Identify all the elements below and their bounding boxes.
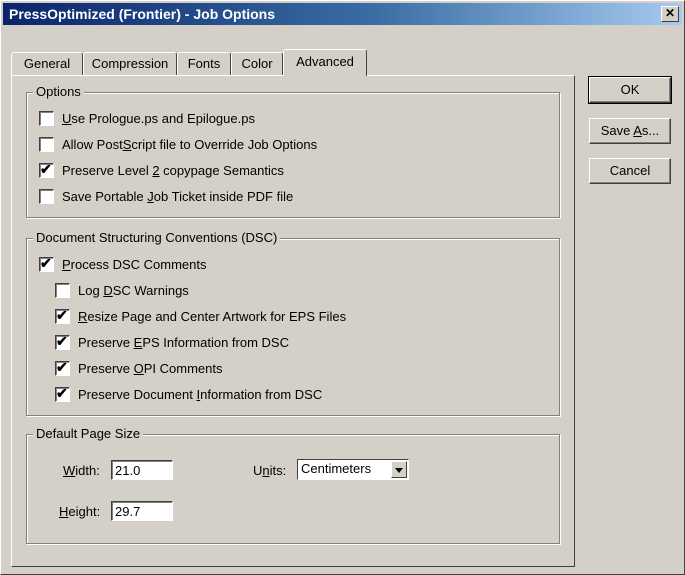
page-size-group: Default Page Size Width: 21.0 Units: Cen… — [26, 426, 560, 544]
options-legend: Options — [33, 84, 84, 99]
allow-postscript-checkbox[interactable]: Allow PostScript file to Override Job Op… — [39, 135, 317, 153]
check-mark: ✔ — [56, 306, 68, 323]
checkbox-box[interactable]: ✔ — [55, 332, 70, 350]
cancel-button[interactable]: Cancel — [589, 158, 671, 184]
checkbox-box[interactable]: ✔ — [39, 160, 54, 178]
checkbox-box[interactable] — [39, 110, 54, 126]
check-mark: ✔ — [56, 332, 68, 349]
height-label: Height: — [59, 504, 101, 519]
tab-compression[interactable]: Compression — [83, 52, 177, 75]
width-label: Width: — [63, 463, 100, 478]
options-group: Options Use Prologue.ps and Epilogue.ps … — [26, 84, 560, 218]
tab-fonts[interactable]: Fonts — [177, 52, 231, 75]
tab-label: Compression — [91, 56, 169, 71]
check-mark: ✔ — [56, 358, 68, 375]
checkbox-box[interactable] — [55, 282, 70, 298]
resize-page-label: Resize Page and Center Artwork for EPS F… — [78, 308, 347, 324]
advanced-panel: Options Use Prologue.ps and Epilogue.ps … — [11, 75, 575, 567]
page-size-legend: Default Page Size — [33, 426, 144, 441]
width-input[interactable]: 21.0 — [111, 460, 173, 480]
allow-postscript-label: Allow PostScript file to Override Job Op… — [62, 136, 318, 152]
units-value: Centimeters — [301, 461, 372, 476]
process-dsc-label: Process DSC Comments — [62, 256, 207, 272]
preserve-eps-checkbox[interactable]: ✔ Preserve EPS Information from DSC — [55, 333, 289, 351]
log-dsc-warnings-checkbox[interactable]: Log DSC Warnings — [55, 281, 189, 299]
checkbox-box[interactable]: ✔ — [55, 306, 70, 324]
title-bar[interactable]: PressOptimized (Frontier) - Job Options … — [3, 3, 682, 25]
close-icon[interactable]: ✕ — [661, 6, 679, 22]
dsc-group: Document Structuring Conventions (DSC) ✔… — [26, 230, 560, 416]
job-options-dialog: PressOptimized (Frontier) - Job Options … — [0, 0, 685, 575]
check-mark: ✔ — [40, 254, 52, 271]
preserve-opi-label: Preserve OPI Comments — [78, 360, 223, 376]
tab-color[interactable]: Color — [231, 52, 283, 75]
units-label: Units: — [253, 463, 287, 478]
save-as-button[interactable]: Save As... — [589, 118, 671, 144]
tab-label: General — [23, 56, 71, 71]
preserve-doc-info-checkbox[interactable]: ✔ Preserve Document Information from DSC — [55, 385, 322, 403]
save-job-ticket-checkbox[interactable]: Save Portable Job Ticket inside PDF file — [39, 187, 293, 205]
tab-label: Color — [241, 56, 273, 71]
window-title: PressOptimized (Frontier) - Job Options — [9, 6, 276, 22]
check-mark: ✔ — [40, 160, 52, 177]
checkbox-box[interactable]: ✔ — [55, 384, 70, 402]
checkbox-box[interactable]: ✔ — [55, 358, 70, 376]
log-dsc-warnings-label: Log DSC Warnings — [78, 282, 189, 298]
height-input[interactable]: 29.7 — [111, 501, 173, 521]
dsc-legend: Document Structuring Conventions (DSC) — [33, 230, 281, 245]
check-mark: ✔ — [56, 384, 68, 401]
use-prologue-label: Use Prologue.ps and Epilogue.ps — [62, 110, 255, 126]
tab-advanced[interactable]: Advanced — [283, 49, 367, 76]
preserve-opi-checkbox[interactable]: ✔ Preserve OPI Comments — [55, 359, 223, 377]
ok-button[interactable]: OK — [588, 76, 672, 104]
preserve-eps-label: Preserve EPS Information from DSC — [78, 334, 289, 350]
preserve-doc-info-label: Preserve Document Information from DSC — [78, 386, 323, 402]
tab-general[interactable]: General — [11, 52, 83, 75]
tab-label: Fonts — [187, 56, 221, 71]
preserve-level2-checkbox[interactable]: ✔ Preserve Level 2 copypage Semantics — [39, 161, 284, 179]
process-dsc-checkbox[interactable]: ✔ Process DSC Comments — [39, 255, 206, 273]
chevron-down-icon[interactable] — [391, 461, 407, 478]
resize-page-checkbox[interactable]: ✔ Resize Page and Center Artwork for EPS… — [55, 307, 346, 325]
checkbox-box[interactable] — [39, 136, 54, 152]
units-select[interactable]: Centimeters — [297, 459, 409, 480]
preserve-level2-label: Preserve Level 2 copypage Semantics — [62, 162, 284, 178]
use-prologue-checkbox[interactable]: Use Prologue.ps and Epilogue.ps — [39, 109, 255, 127]
checkbox-box[interactable]: ✔ — [39, 254, 54, 272]
tab-label: Advanced — [296, 54, 354, 69]
checkbox-box[interactable] — [39, 188, 54, 204]
save-job-ticket-label: Save Portable Job Ticket inside PDF file — [62, 188, 294, 204]
